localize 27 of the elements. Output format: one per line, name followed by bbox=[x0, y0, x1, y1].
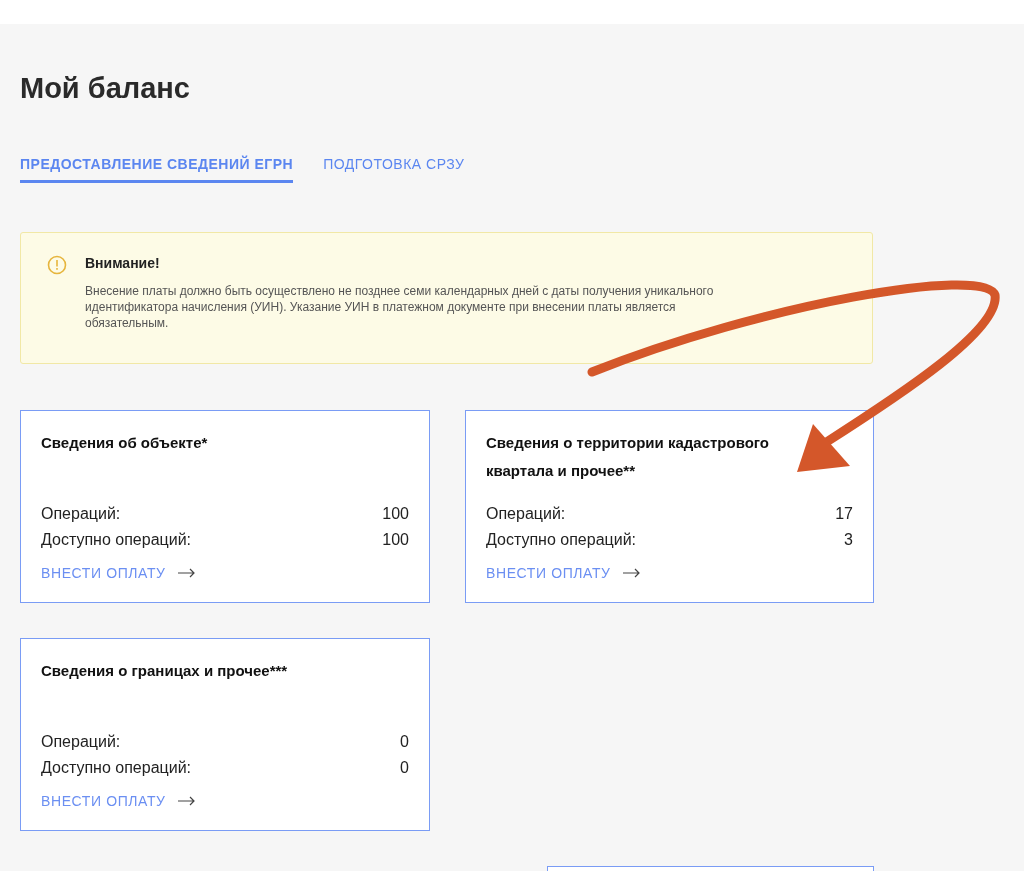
row-value: 0 bbox=[400, 732, 409, 752]
row-value: 0 bbox=[400, 758, 409, 778]
warning-icon bbox=[47, 255, 67, 275]
pay-link[interactable]: ВНЕСТИ ОПЛАТУ bbox=[41, 793, 196, 809]
alert-title: Внимание! bbox=[85, 255, 161, 271]
row-value: 100 bbox=[382, 530, 409, 550]
pay-link[interactable]: ВНЕСТИ ОПЛАТУ bbox=[41, 565, 196, 581]
arrow-right-icon bbox=[177, 796, 196, 806]
row-label: Операций: bbox=[486, 504, 566, 524]
alert-text: Внесение платы должно быть осуществлено не позднее семи календарных дней с даты получения уникального идентификатора начисления (УИН). Указание УИН в платежном документе при внесении платы является обязательным. bbox=[85, 283, 715, 331]
arrow-right-icon bbox=[622, 568, 641, 578]
row-value: 3 bbox=[844, 530, 853, 550]
row-label: Доступно операций: bbox=[41, 530, 191, 550]
row-label: Доступно операций: bbox=[486, 530, 636, 550]
card-title: Сведения о границах и прочее*** bbox=[41, 661, 289, 681]
pay-link[interactable]: ВНЕСТИ ОПЛАТУ bbox=[486, 565, 641, 581]
arrow-right-icon bbox=[177, 568, 196, 578]
row-label: Операций: bbox=[41, 504, 121, 524]
row-label: Операций: bbox=[41, 732, 121, 752]
page-title: Мой баланс bbox=[20, 71, 191, 106]
row-value: 17 bbox=[835, 504, 853, 524]
row-value: 100 bbox=[382, 504, 409, 524]
row-label: Доступно операций: bbox=[41, 758, 191, 778]
tab[interactable]: ПРЕДОСТАВЛЕНИЕ СВЕДЕНИЙ ЕГРН bbox=[20, 156, 294, 183]
card-title: Сведения о территории кадастрового квартала и прочее** bbox=[486, 433, 771, 481]
tab[interactable]: ПОДГОТОВКА СРЗУ bbox=[323, 156, 465, 183]
card-title: Сведения об объекте* bbox=[41, 433, 209, 453]
